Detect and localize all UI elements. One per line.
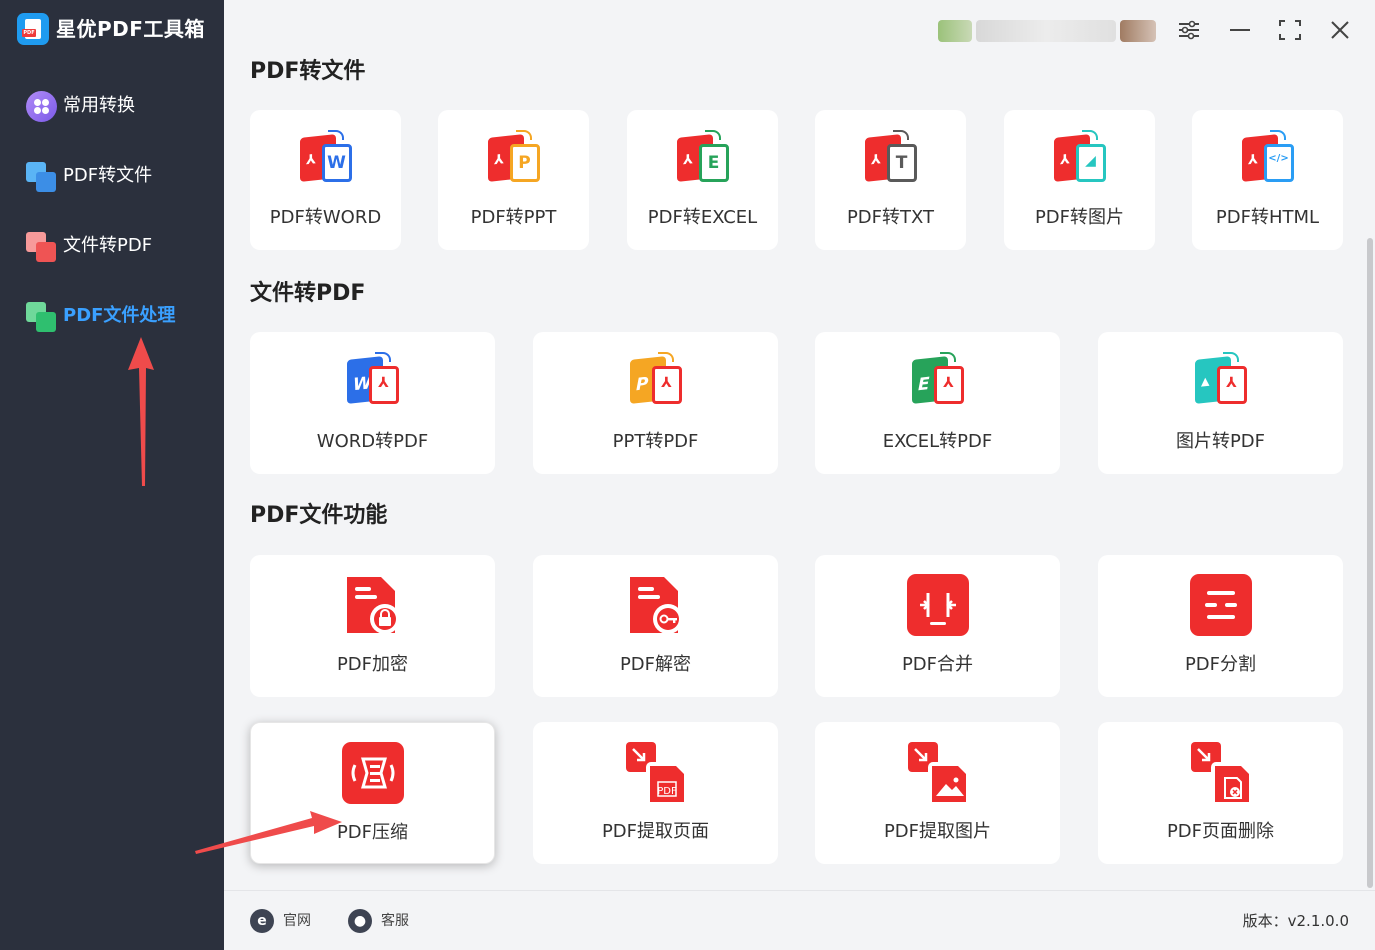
pdf-convert-icon: ⅄ </>	[1240, 130, 1296, 188]
app-title: 星优PDF工具箱	[56, 17, 205, 41]
footer: e 官网 ● 客服 版本：v2.1.0.0	[224, 890, 1375, 950]
tool-card-label: PDF转EXCEL	[647, 207, 758, 228]
tool-card-pdf-2-1[interactable]: PDF解密	[533, 555, 778, 697]
settings-icon[interactable]	[1174, 14, 1204, 46]
app-logo-icon: PDF	[17, 13, 49, 45]
grid-circle-icon	[24, 90, 57, 122]
extract-image-icon	[906, 740, 970, 804]
tool-card-pdf-1-3[interactable]: ▲ ⅄ 图片转PDF	[1098, 332, 1343, 474]
sidebar-item-label: PDF转文件	[63, 165, 153, 186]
file-to-pdf-icon	[24, 230, 56, 262]
tool-card-excelpdf-1-2[interactable]: E ⅄ EXCEL转PDF	[815, 332, 1060, 474]
file-to-pdf-convert-icon: ▲ ⅄	[1193, 352, 1249, 410]
compress-icon	[341, 741, 405, 805]
tool-card-label: PDF页面删除	[1166, 821, 1275, 842]
tool-card-pdf-2-6[interactable]: PDF提取图片	[815, 722, 1060, 864]
close-icon[interactable]	[1325, 14, 1355, 46]
version-text: 版本：v2.1.0.0	[1242, 912, 1349, 930]
sidebar-item-pdf-process[interactable]: PDF文件处理	[22, 296, 212, 336]
extract-page-icon: PDF	[624, 740, 688, 804]
tool-card-pdfexcel-0-2[interactable]: ⅄ E PDF转EXCEL	[627, 110, 778, 250]
sidebar-item-file-to-pdf[interactable]: 文件转PDF	[22, 226, 212, 266]
sidebar: PDF 星优PDF工具箱 常用转换 PDF转文件 文件转PDF PDF文件处理	[0, 0, 224, 950]
tool-card-label: PDF压缩	[336, 822, 409, 843]
split-icon	[1189, 573, 1253, 637]
tool-card-pdfppt-0-1[interactable]: ⅄ P PDF转PPT	[438, 110, 589, 250]
tool-card-label: PDF解密	[619, 654, 692, 675]
tool-card-pdf-2-5[interactable]: PDF PDF提取页面	[533, 722, 778, 864]
key-icon	[624, 573, 688, 637]
lock-icon	[341, 573, 405, 637]
user-account-area[interactable]	[938, 16, 1156, 46]
tool-card-label: PDF转PPT	[470, 207, 557, 228]
sidebar-item-label: 常用转换	[63, 95, 135, 116]
pdf-convert-icon: ⅄ E	[675, 130, 731, 188]
pdf-to-file-icon	[24, 160, 56, 192]
tool-card-pdf-2-2[interactable]: PDF合并	[815, 555, 1060, 697]
file-to-pdf-convert-icon: P ⅄	[628, 352, 684, 410]
tool-card-pdftxt-0-3[interactable]: ⅄ T PDF转TXT	[815, 110, 966, 250]
tool-card-label: PDF转WORD	[269, 207, 382, 228]
delete-page-icon	[1189, 740, 1253, 804]
file-to-pdf-convert-icon: E ⅄	[910, 352, 966, 410]
sidebar-item-label: PDF文件处理	[63, 305, 176, 326]
tool-card-pdfhtml-0-5[interactable]: ⅄ </> PDF转HTML	[1192, 110, 1343, 250]
tool-card-pdf-0-4[interactable]: ⅄ ◢ PDF转图片	[1004, 110, 1155, 250]
tool-card-label: PDF合并	[901, 654, 974, 675]
tool-card-pdf-2-0[interactable]: PDF加密	[250, 555, 495, 697]
ie-browser-icon: e	[250, 909, 274, 933]
section-title-pdf-functions: PDF文件功能	[250, 503, 388, 528]
scrollbar-thumb[interactable]	[1367, 238, 1373, 888]
section-title-pdf-to-file: PDF转文件	[250, 59, 366, 84]
sidebar-item-label: 文件转PDF	[63, 235, 153, 256]
tool-card-label: PDF提取图片	[883, 821, 992, 842]
sidebar-item-pdf-to-file[interactable]: PDF转文件	[22, 156, 212, 196]
tool-card-label: PDF分割	[1184, 654, 1257, 675]
tool-card-pdf-2-3[interactable]: PDF分割	[1098, 555, 1343, 697]
tool-card-pdf-2-7[interactable]: PDF页面删除	[1098, 722, 1343, 864]
pdf-process-icon	[24, 300, 56, 332]
tool-card-label: PPT转PDF	[612, 431, 699, 452]
tool-card-pdfword-0-0[interactable]: ⅄ W PDF转WORD	[250, 110, 401, 250]
section-title-file-to-pdf: 文件转PDF	[250, 281, 366, 306]
sidebar-item-common-convert[interactable]: 常用转换	[22, 86, 212, 126]
tool-card-label: EXCEL转PDF	[882, 431, 993, 452]
tool-card-label: PDF转TXT	[846, 207, 935, 228]
pdf-convert-icon: ⅄ P	[486, 130, 542, 188]
file-to-pdf-convert-icon: W ⅄	[345, 352, 401, 410]
pdf-convert-icon: ⅄ ◢	[1052, 130, 1108, 188]
merge-icon	[906, 573, 970, 637]
tool-card-label: PDF提取页面	[601, 821, 710, 842]
tool-card-label: 图片转PDF	[1175, 431, 1266, 452]
maximize-icon[interactable]	[1275, 14, 1305, 46]
pdf-convert-icon: ⅄ T	[863, 130, 919, 188]
tool-card-label: PDF转HTML	[1215, 207, 1320, 228]
minimize-icon[interactable]	[1225, 14, 1255, 46]
pdf-convert-icon: ⅄ W	[298, 130, 354, 188]
tool-card-label: PDF加密	[336, 654, 409, 675]
tool-card-wordpdf-1-0[interactable]: W ⅄ WORD转PDF	[250, 332, 495, 474]
tool-card-pptpdf-1-1[interactable]: P ⅄ PPT转PDF	[533, 332, 778, 474]
chat-bubble-icon: ●	[348, 909, 372, 933]
tool-card-pdf-2-4[interactable]: PDF压缩	[250, 722, 495, 864]
tool-card-label: PDF转图片	[1034, 207, 1125, 228]
tool-card-label: WORD转PDF	[316, 431, 429, 452]
